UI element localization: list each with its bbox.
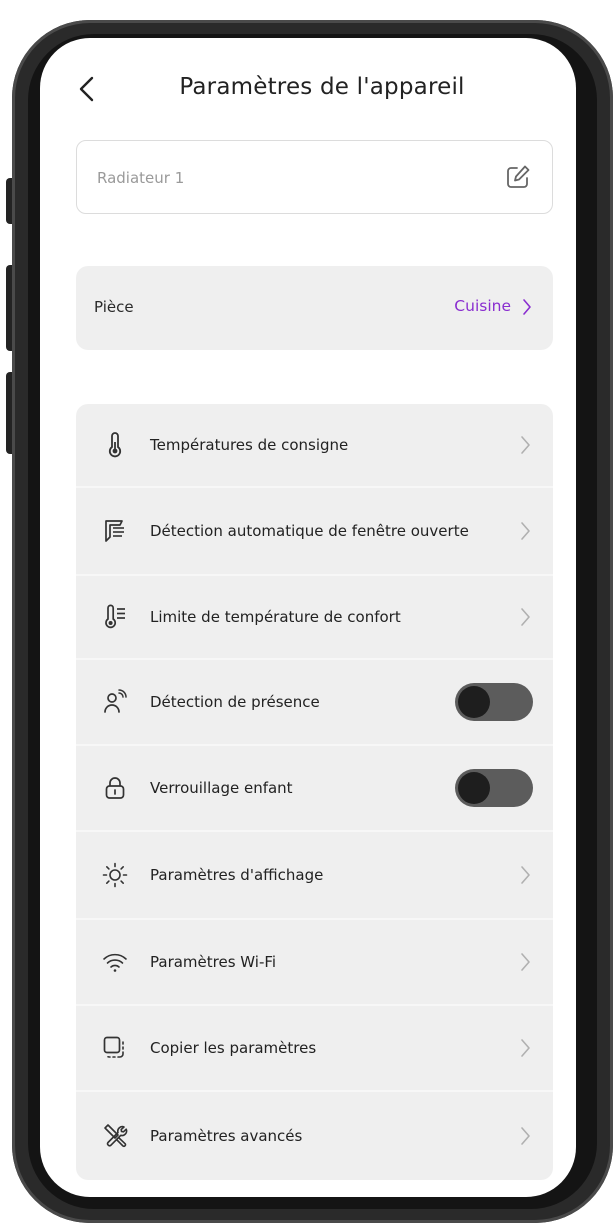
chevron-right-icon	[519, 951, 531, 973]
chevron-right-icon	[519, 1037, 531, 1059]
setting-label: Verrouillage enfant	[150, 778, 293, 797]
header: Paramètres de l'appareil	[40, 66, 576, 112]
chevron-right-icon	[519, 864, 531, 886]
setting-setpoint-temperatures[interactable]: Températures de consigne	[76, 404, 553, 488]
setting-presence-detection: Détection de présence	[76, 660, 553, 746]
sun-icon	[102, 862, 128, 888]
child-lock-toggle[interactable]	[455, 769, 533, 807]
thermometer-icon	[102, 432, 128, 458]
setting-open-window-detection[interactable]: Détection automatique de fenêtre ouverte	[76, 488, 553, 576]
settings-list: Températures de consigne Détection autom…	[76, 404, 553, 1180]
toggle-knob	[458, 772, 490, 804]
device-name-input[interactable]	[97, 163, 477, 193]
setting-child-lock: Verrouillage enfant	[76, 746, 553, 832]
room-value: Cuisine	[454, 297, 511, 315]
chevron-right-icon	[519, 1125, 531, 1147]
presence-icon	[102, 689, 128, 715]
setting-display-settings[interactable]: Paramètres d'affichage	[76, 832, 553, 920]
setting-label: Limite de température de confort	[150, 607, 401, 626]
setting-comfort-temperature-limit[interactable]: Limite de température de confort	[76, 576, 553, 660]
window-open-icon	[102, 518, 128, 544]
setting-label: Températures de consigne	[150, 435, 349, 454]
presence-detection-toggle[interactable]	[455, 683, 533, 721]
device-name-field[interactable]	[76, 140, 553, 214]
page-title: Paramètres de l'appareil	[179, 74, 465, 100]
edit-icon[interactable]	[504, 163, 532, 191]
toggle-knob	[458, 686, 490, 718]
setting-label: Détection automatique de fenêtre ouverte	[150, 521, 469, 540]
tools-icon	[102, 1123, 128, 1149]
setting-copy-settings[interactable]: Copier les paramètres	[76, 1006, 553, 1092]
wifi-icon	[102, 949, 128, 975]
setting-label: Paramètres d'affichage	[150, 865, 324, 884]
chevron-right-icon	[519, 520, 531, 542]
chevron-right-icon	[521, 297, 533, 317]
setting-label: Paramètres avancés	[150, 1126, 303, 1145]
chevron-right-icon	[519, 434, 531, 456]
room-label: Pièce	[94, 298, 134, 316]
setting-label: Copier les paramètres	[150, 1038, 317, 1057]
copy-icon	[102, 1035, 128, 1061]
setting-label: Détection de présence	[150, 692, 320, 711]
setting-advanced-settings[interactable]: Paramètres avancés	[76, 1092, 553, 1180]
lock-icon	[102, 775, 128, 801]
thermometer-limit-icon	[102, 604, 128, 630]
room-selector[interactable]: Pièce Cuisine	[76, 266, 553, 350]
setting-wifi-settings[interactable]: Paramètres Wi-Fi	[76, 920, 553, 1006]
setting-label: Paramètres Wi-Fi	[150, 952, 277, 971]
chevron-right-icon	[519, 606, 531, 628]
screen: Paramètres de l'appareil Pièce Cuisine	[40, 38, 576, 1197]
